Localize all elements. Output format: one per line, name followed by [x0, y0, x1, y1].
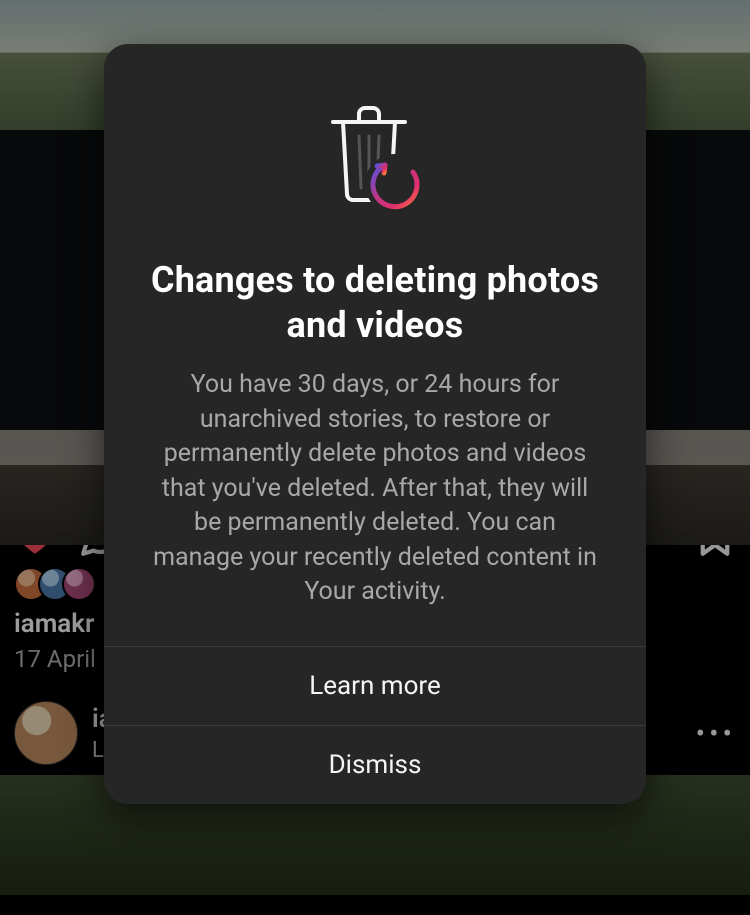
modal-description: You have 30 days, or 24 hours for unarch… — [146, 368, 604, 610]
trash-restore-icon — [140, 92, 610, 232]
dismiss-button[interactable]: Dismiss — [104, 725, 646, 804]
learn-more-button[interactable]: Learn more — [104, 646, 646, 725]
modal-title: Changes to deleting photos and videos — [150, 258, 600, 348]
modal-body: Changes to deleting photos and videos Yo… — [104, 44, 646, 646]
delete-changes-modal: Changes to deleting photos and videos Yo… — [104, 44, 646, 804]
modal-overlay: Changes to deleting photos and videos Yo… — [0, 0, 750, 915]
